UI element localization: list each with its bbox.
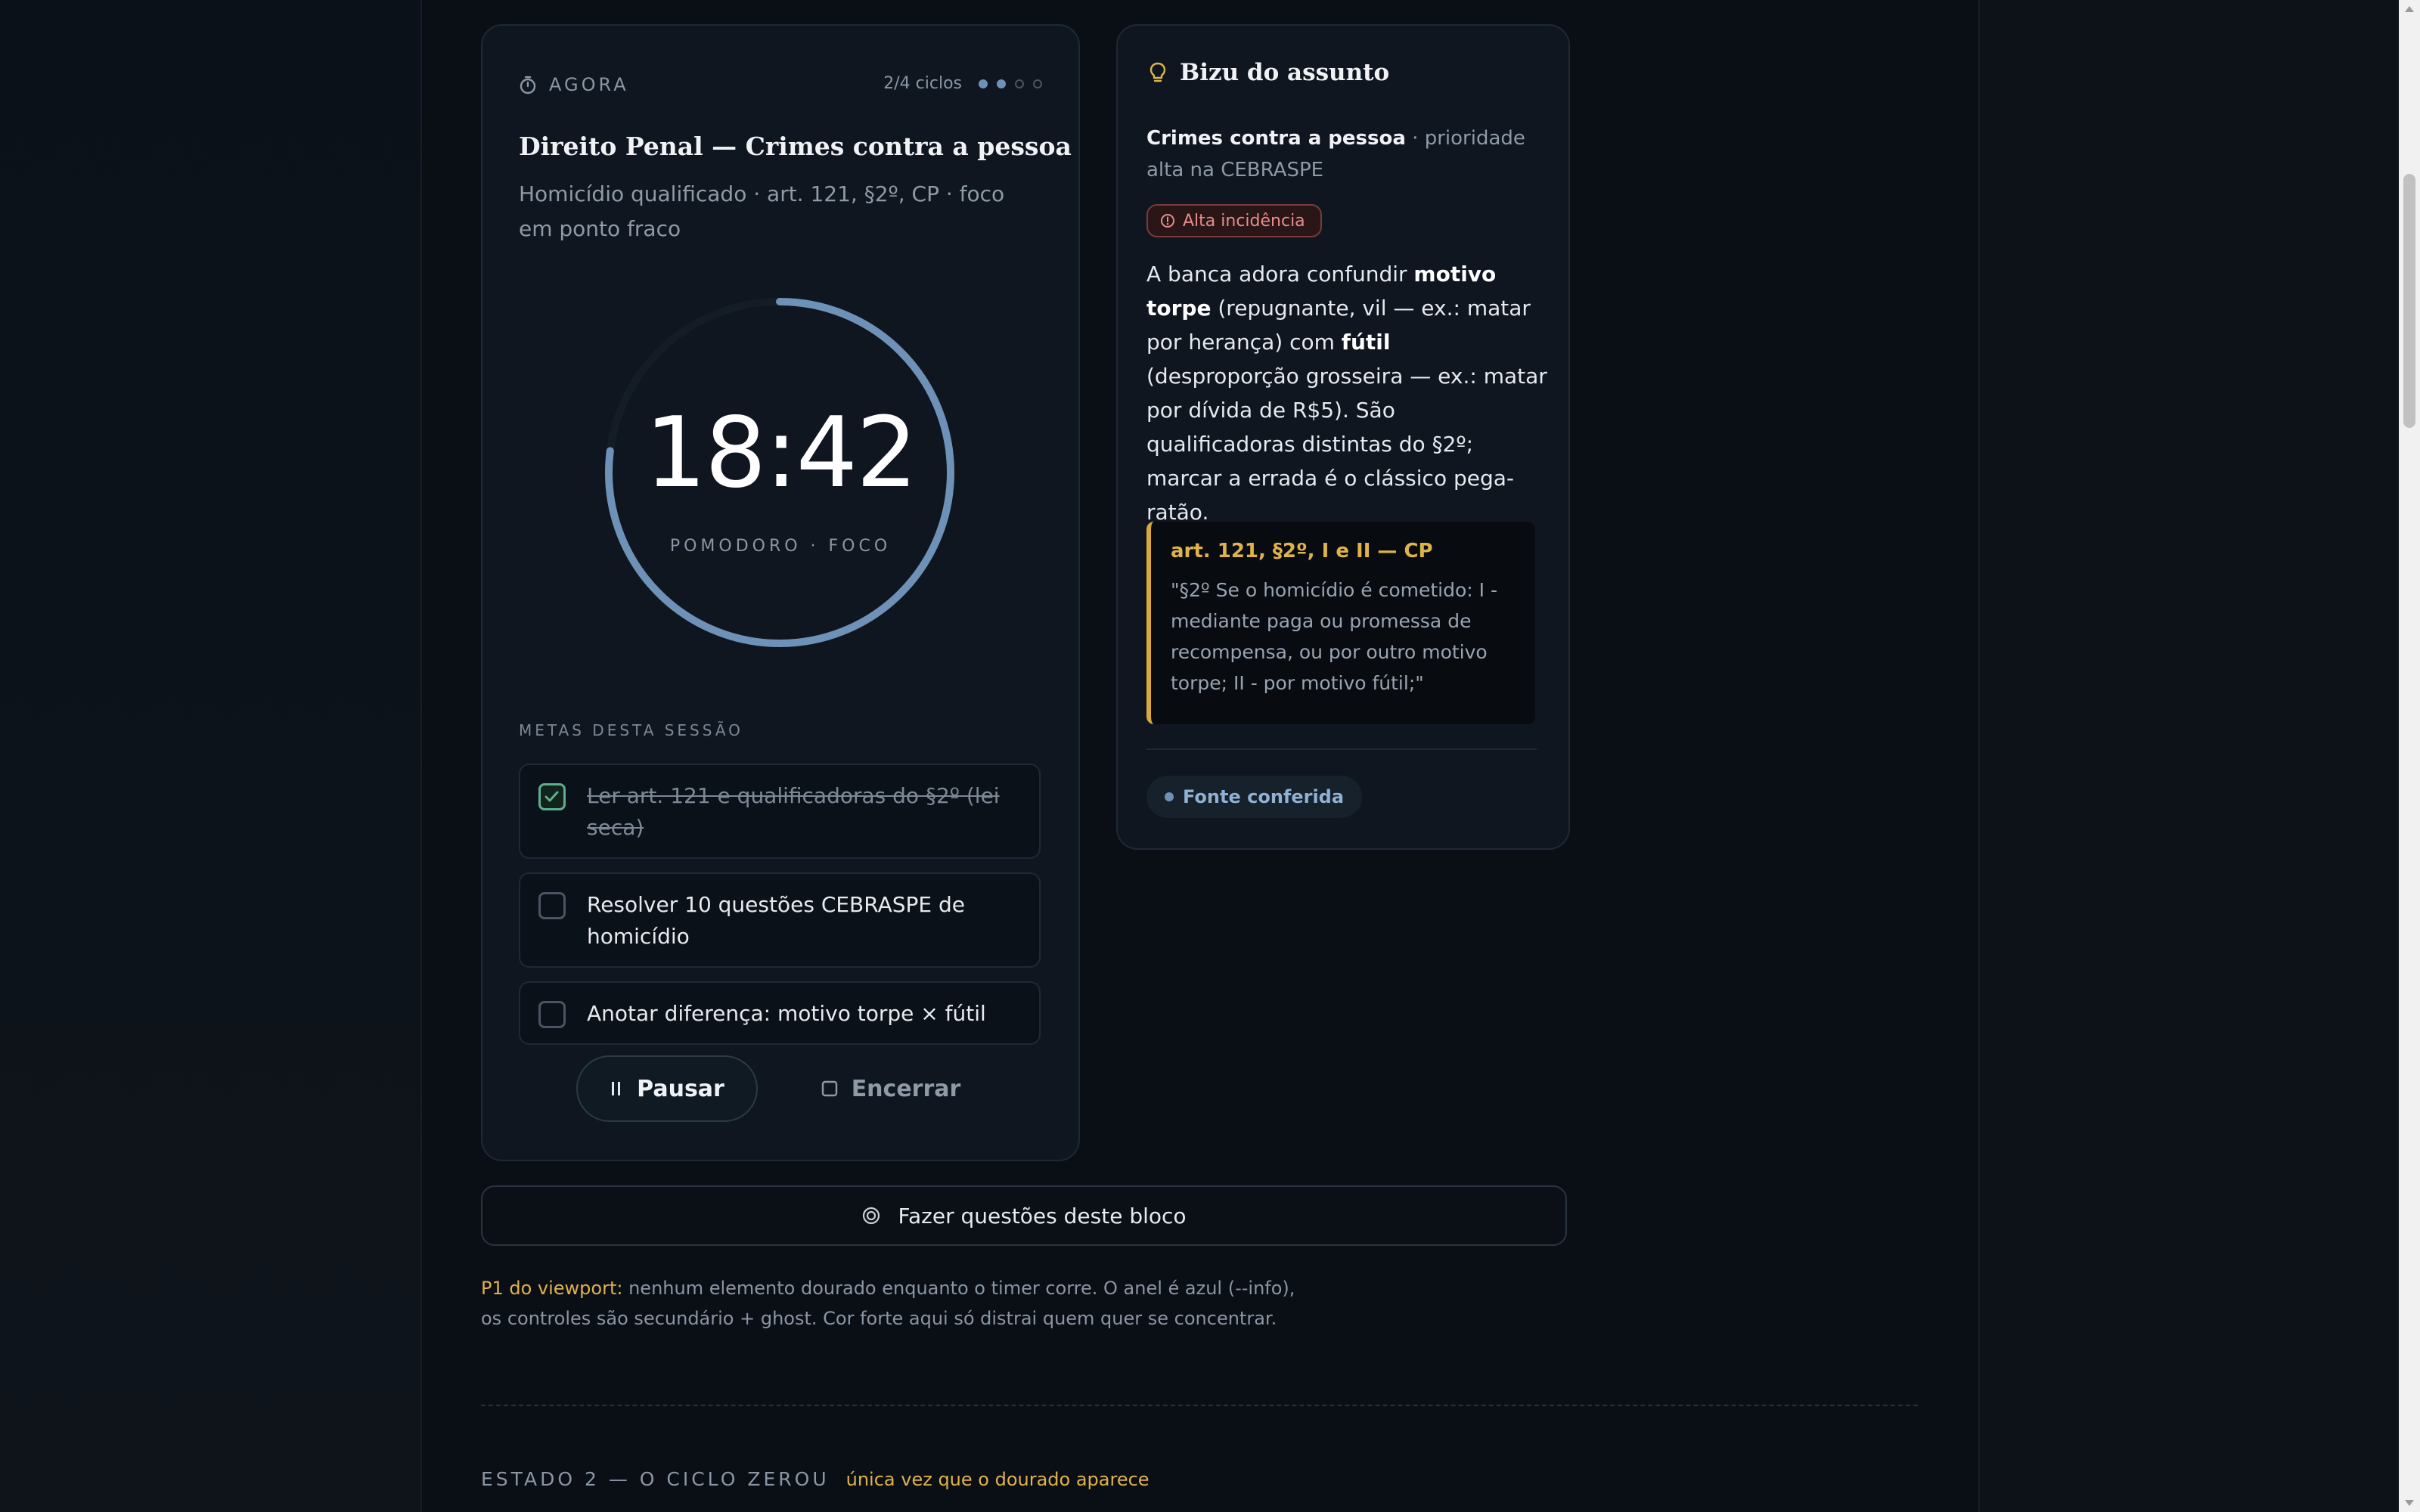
scroll-down-icon[interactable] — [2405, 1500, 2414, 1506]
design-note: P1 do viewport: nenhum elemento dourado … — [481, 1273, 1313, 1334]
cycle-dot-pending — [1033, 79, 1042, 88]
goal-item[interactable]: Anotar diferença: motivo torpe × fútil — [519, 981, 1041, 1045]
status-dot-icon — [1165, 792, 1174, 801]
page-scrollbar[interactable] — [2399, 0, 2420, 1512]
stop-icon — [821, 1080, 837, 1097]
section-header: ESTADO 2 — O CICLO ZEROU única vez que o… — [481, 1468, 1150, 1490]
target-icon — [863, 1207, 880, 1225]
cycle-dot-done — [997, 79, 1006, 88]
incidence-badge-text: Alta incidência — [1183, 211, 1305, 231]
check-icon — [544, 791, 559, 802]
goal-label: Ler art. 121 e qualificadoras do §2º (le… — [587, 783, 1000, 840]
divider — [1146, 748, 1537, 750]
right-gutter — [1978, 0, 2400, 1512]
bizu-body-part: (desproporção grosseira — ex.: matar por… — [1146, 364, 1547, 525]
section-divider — [481, 1405, 1918, 1406]
now-label-text: AGORA — [549, 74, 629, 95]
lightbulb-icon — [1150, 62, 1166, 82]
pomodoro-card: AGORA 2/4 ciclos Direito Penal — Crimes … — [481, 24, 1080, 1161]
timer-icon — [520, 76, 536, 94]
bizu-title-text: Bizu do assunto — [1180, 59, 1390, 86]
session-detail: Homicídio qualificado · art. 121, §2º, C… — [519, 181, 1005, 241]
now-label: AGORA — [519, 74, 629, 95]
goal-label: Resolver 10 questões CEBRASPE de homicíd… — [587, 892, 965, 949]
bizu-term-futil: fútil — [1341, 330, 1391, 355]
end-session-button[interactable]: Encerrar — [800, 1055, 982, 1122]
goal-checkbox[interactable] — [538, 783, 566, 810]
design-note-highlight: P1 do viewport: — [481, 1278, 623, 1299]
bizu-body: A banca adora confundir motivo torpe (re… — [1146, 257, 1547, 529]
cycle-dot-pending — [1015, 79, 1024, 88]
goal-checkbox[interactable] — [538, 1001, 566, 1028]
incidence-badge: Alta incidência — [1146, 204, 1322, 237]
cycles-text: 2/4 ciclos — [883, 74, 962, 93]
section-subtitle: única vez que o dourado aparece — [845, 1468, 1150, 1490]
end-label: Encerrar — [851, 1075, 961, 1102]
scroll-up-icon[interactable] — [2405, 6, 2414, 12]
goal-item[interactable]: Ler art. 121 e qualificadoras do §2º (le… — [519, 764, 1041, 859]
goals-title: METAS DESTA SESSÃO — [519, 721, 743, 739]
bizu-title: Bizu do assunto — [1150, 59, 1389, 86]
timer-mode-label: POMODORO · FOCO — [669, 537, 892, 556]
bizu-body-part: A banca adora confundir — [1146, 262, 1414, 287]
pause-label: Pausar — [637, 1075, 724, 1102]
bizu-card: Bizu do assunto Crimes contra a pessoa ·… — [1116, 24, 1570, 850]
source-verified-badge: Fonte conferida — [1146, 776, 1363, 818]
left-gutter — [0, 0, 422, 1512]
session-subject: Direito Penal — Crimes contra a pessoa — [519, 132, 1072, 161]
law-quote-text: "§2º Se o homicídio é cometido: I - medi… — [1171, 579, 1497, 694]
law-quote: art. 121, §2º, I e II — CP "§2º Se o hom… — [1146, 522, 1535, 724]
law-quote-reference: art. 121, §2º, I e II — CP — [1171, 540, 1433, 562]
goal-checkbox[interactable] — [538, 892, 566, 919]
timer-display: 18:42 — [644, 397, 918, 510]
do-questions-label: Fazer questões deste bloco — [898, 1203, 1187, 1228]
cycle-dot-done — [979, 79, 988, 88]
source-verified-text: Fonte conferida — [1183, 786, 1345, 807]
cycle-dots — [979, 79, 1042, 88]
do-questions-button[interactable]: Fazer questões deste bloco — [481, 1185, 1567, 1246]
pause-icon — [612, 1082, 621, 1095]
pause-button[interactable]: Pausar — [576, 1055, 758, 1122]
section-title: ESTADO 2 — O CICLO ZEROU — [481, 1468, 830, 1490]
alert-icon — [1161, 214, 1174, 228]
goal-item[interactable]: Resolver 10 questões CEBRASPE de homicíd… — [519, 872, 1041, 968]
bizu-topic-line: Crimes contra a pessoa · prioridade alta… — [1146, 122, 1540, 186]
bizu-topic: Crimes contra a pessoa — [1146, 127, 1406, 150]
goal-label: Anotar diferença: motivo torpe × fútil — [587, 1001, 986, 1026]
scrollbar-thumb[interactable] — [2403, 174, 2415, 428]
cycle-indicator: 2/4 ciclos — [883, 74, 1042, 93]
